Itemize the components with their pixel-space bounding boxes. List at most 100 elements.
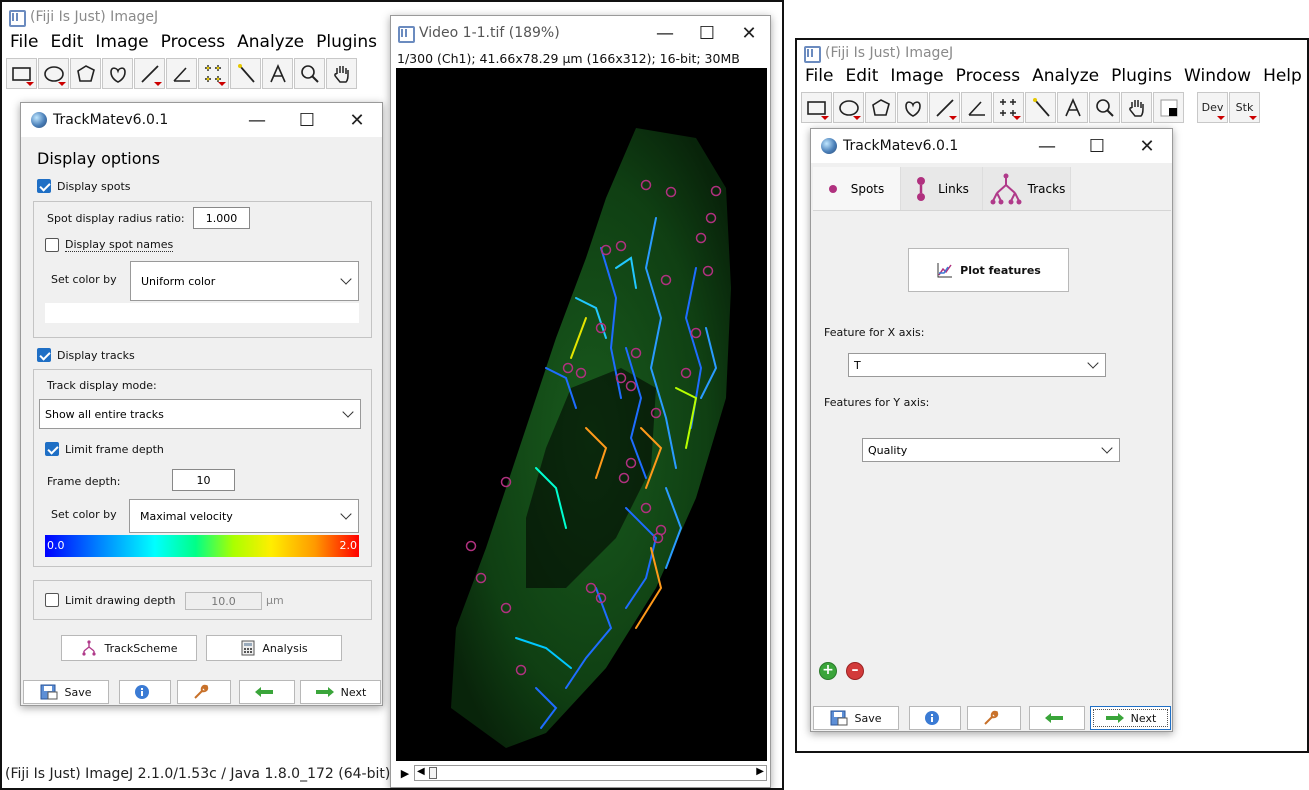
- freehand-tool-icon[interactable]: [102, 58, 133, 89]
- menu-file[interactable]: File: [805, 66, 833, 86]
- hand-tool-icon[interactable]: [1121, 92, 1152, 123]
- text-tool-icon[interactable]: [1057, 92, 1088, 123]
- analysis-button[interactable]: Analysis: [206, 635, 342, 661]
- limit-frame-depth-checkbox[interactable]: Limit frame depth: [45, 442, 164, 456]
- menu-image[interactable]: Image: [890, 66, 943, 86]
- previous-button[interactable]: [239, 680, 295, 704]
- maximize-icon[interactable]: ☐: [282, 110, 332, 131]
- menu-analyze[interactable]: Analyze: [1032, 66, 1099, 86]
- stack-scrollbar[interactable]: ▶ ◀ ▶: [396, 764, 767, 782]
- spot-color-swatch[interactable]: [45, 303, 359, 323]
- menu-image[interactable]: Image: [95, 32, 148, 52]
- checkbox-checked-icon[interactable]: [37, 179, 51, 193]
- zoom-tool-icon[interactable]: [1089, 92, 1120, 123]
- menu-file[interactable]: File: [10, 32, 38, 52]
- next-button[interactable]: Next: [300, 680, 381, 704]
- spot-icon: [828, 184, 837, 193]
- text-tool-icon[interactable]: [262, 58, 293, 89]
- display-tracks-checkbox[interactable]: Display tracks: [37, 348, 135, 362]
- polygon-tool-icon[interactable]: [70, 58, 101, 89]
- scroll-thumb[interactable]: [429, 767, 437, 779]
- menu-help[interactable]: Help: [1263, 66, 1302, 86]
- checkbox-unchecked-icon[interactable]: [45, 238, 59, 252]
- save-button[interactable]: Save: [23, 680, 109, 704]
- checkbox-checked-icon[interactable]: [37, 348, 51, 362]
- frame-depth-field[interactable]: 10: [172, 469, 235, 491]
- tab-links[interactable]: Links: [901, 167, 983, 210]
- angle-tool-icon[interactable]: [166, 58, 197, 89]
- multipoint-tool-icon[interactable]: [198, 58, 229, 89]
- info-button[interactable]: [119, 680, 171, 704]
- scroll-left-icon[interactable]: ◀: [417, 766, 425, 777]
- settings-button[interactable]: [177, 680, 231, 704]
- display-spot-names-label: Display spot names: [65, 238, 174, 252]
- tab-tracks[interactable]: Tracks: [983, 167, 1071, 210]
- track-color-dropdown[interactable]: Maximal velocity: [129, 499, 359, 533]
- limit-frame-depth-label: Limit frame depth: [65, 442, 164, 456]
- fiji-icon: [803, 45, 821, 63]
- settings-button[interactable]: [967, 706, 1021, 730]
- wand-tool-icon[interactable]: [230, 58, 261, 89]
- oval-tool-icon[interactable]: [833, 92, 864, 123]
- dev-menu-tool[interactable]: Dev: [1197, 92, 1228, 123]
- polygon-tool-icon[interactable]: [865, 92, 896, 123]
- stk-menu-tool[interactable]: Stk: [1229, 92, 1260, 123]
- menu-edit[interactable]: Edit: [50, 32, 83, 52]
- menu-process[interactable]: Process: [956, 66, 1021, 86]
- spot-color-dropdown[interactable]: Uniform color: [130, 261, 359, 301]
- checkbox-unchecked-icon[interactable]: [45, 593, 59, 607]
- next-button[interactable]: Next: [1090, 706, 1171, 730]
- play-icon[interactable]: ▶: [396, 767, 414, 780]
- minimize-icon[interactable]: —: [232, 110, 282, 131]
- close-icon[interactable]: ✕: [728, 23, 770, 44]
- line-tool-icon[interactable]: [134, 58, 165, 89]
- close-icon[interactable]: ✕: [332, 110, 382, 131]
- maximize-icon[interactable]: ☐: [1072, 136, 1122, 157]
- scrollbar-track[interactable]: ◀ ▶: [414, 765, 767, 781]
- maximize-icon[interactable]: ☐: [686, 23, 728, 44]
- rectangle-tool-icon[interactable]: [801, 92, 832, 123]
- menu-plugins[interactable]: Plugins: [316, 32, 377, 52]
- zoom-tool-icon[interactable]: [294, 58, 325, 89]
- freehand-tool-icon[interactable]: [897, 92, 928, 123]
- color-picker-icon[interactable]: [1153, 92, 1184, 123]
- info-button[interactable]: [909, 706, 961, 730]
- checkbox-checked-icon[interactable]: [45, 442, 59, 456]
- close-icon[interactable]: ✕: [1122, 136, 1172, 157]
- y-axis-dropdown[interactable]: Quality: [862, 438, 1120, 462]
- minimize-icon[interactable]: —: [1022, 136, 1072, 157]
- info-icon: [925, 711, 939, 725]
- oval-tool-icon[interactable]: [38, 58, 69, 89]
- trackmate-window-left: TrackMatev6.0.1 — ☐ ✕ Display options Di…: [20, 102, 383, 706]
- previous-button[interactable]: [1029, 706, 1085, 730]
- minimize-icon[interactable]: —: [644, 23, 686, 44]
- multipoint-tool-icon[interactable]: [993, 92, 1024, 123]
- limit-drawing-depth-checkbox[interactable]: Limit drawing depth: [45, 593, 176, 607]
- menu-plugins[interactable]: Plugins: [1111, 66, 1172, 86]
- wand-tool-icon[interactable]: [1025, 92, 1056, 123]
- save-button[interactable]: Save: [813, 706, 899, 730]
- track-display-mode-dropdown[interactable]: Show all entire tracks: [39, 399, 361, 429]
- hand-tool-icon[interactable]: [326, 58, 357, 89]
- angle-tool-icon[interactable]: [961, 92, 992, 123]
- image-canvas[interactable]: [396, 68, 767, 761]
- x-axis-dropdown[interactable]: T: [848, 353, 1106, 377]
- spot-radius-field[interactable]: 1.000: [193, 207, 250, 229]
- trackscheme-button[interactable]: TrackScheme: [61, 635, 197, 661]
- menu-process[interactable]: Process: [161, 32, 226, 52]
- add-icon[interactable]: +: [819, 662, 837, 680]
- menu-analyze[interactable]: Analyze: [237, 32, 304, 52]
- display-spot-names-checkbox[interactable]: Display spot names: [45, 238, 174, 252]
- rectangle-tool-icon[interactable]: [6, 58, 37, 89]
- tab-spots[interactable]: Spots: [813, 167, 901, 210]
- plot-features-button[interactable]: Plot features: [908, 248, 1069, 292]
- menu-edit[interactable]: Edit: [845, 66, 878, 86]
- remove-icon[interactable]: –: [846, 662, 864, 680]
- drawing-depth-field[interactable]: 10.0: [185, 592, 262, 610]
- line-tool-icon[interactable]: [929, 92, 960, 123]
- info-icon: [135, 685, 149, 699]
- scroll-right-icon[interactable]: ▶: [756, 766, 764, 777]
- chevron-down-icon: [1101, 442, 1113, 454]
- menu-window[interactable]: Window: [1184, 66, 1251, 86]
- display-spots-checkbox[interactable]: Display spots: [37, 179, 131, 193]
